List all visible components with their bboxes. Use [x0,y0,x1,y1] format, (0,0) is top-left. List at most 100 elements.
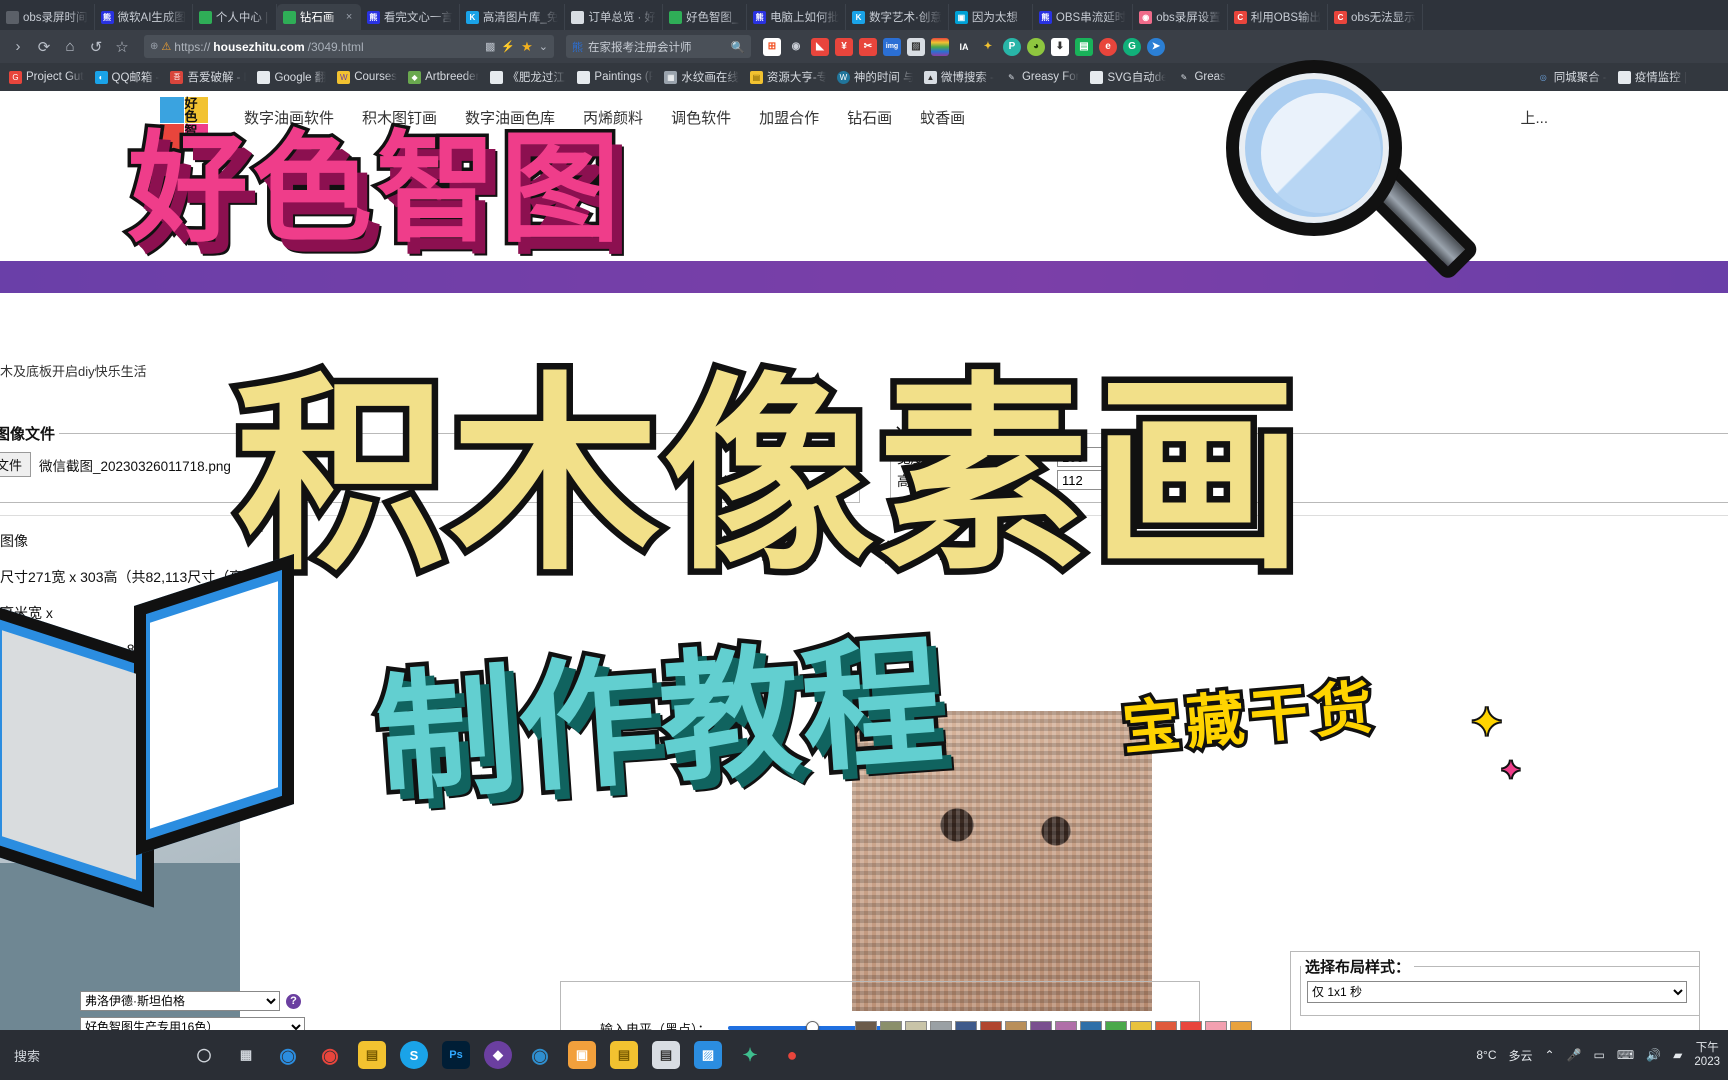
bookmark-item[interactable]: W Courses [332,69,402,86]
qr-code-icon[interactable]: ▩ [485,40,495,53]
browser-tab[interactable]: ▣ 因为太想 [949,4,1033,30]
nav-item-5[interactable]: 加盟合作 [759,107,819,128]
dither-select[interactable]: 弗洛伊德·斯坦伯格 [80,991,280,1011]
mic-icon[interactable]: 🎤 [1567,1048,1582,1062]
color-swatch[interactable] [1230,1021,1252,1030]
recorder-icon[interactable]: ● [778,1041,806,1069]
browser-tab[interactable]: 熊 看完文心一言 [361,4,460,30]
weather-temp[interactable]: 8°C [1476,1048,1496,1062]
e-icon[interactable]: e [1099,37,1117,56]
notepad-icon[interactable]: ▤ [652,1041,680,1069]
nav-item-6[interactable]: 钻石画 [847,107,892,128]
color-swatch[interactable] [1030,1021,1052,1030]
yen-icon[interactable]: ¥ [835,37,853,56]
login-link[interactable]: 上... [1520,107,1548,128]
browser-tab[interactable]: obs录屏时间 [0,4,95,30]
color-swatch[interactable] [1180,1021,1202,1030]
network-icon[interactable]: ▰ [1673,1048,1682,1062]
taskbar-clock[interactable]: 下午 2023 [1694,1041,1720,1070]
folder-icon[interactable]: ▤ [610,1041,638,1069]
browser-tab[interactable]: C 利用OBS输出 [1228,4,1329,30]
reload-icon[interactable]: ⟳ [32,35,56,59]
bag-icon[interactable]: ⬇ [1051,37,1069,56]
volume-icon[interactable]: 🔊 [1646,1048,1661,1062]
browser-tab-strip[interactable]: obs录屏时间 熊 微软AI生成图 个人中心 | 钻石画 × 熊 看完文心一言 … [0,0,1728,30]
bookmark-item[interactable]: ◐ QQ邮箱 - [90,67,165,87]
browser-360-icon[interactable]: ◉ [526,1041,554,1069]
weather-desc[interactable]: 多云 [1509,1047,1533,1064]
ia-icon[interactable]: IA [955,38,973,56]
address-bar[interactable]: ⊕ ⚠ https:// housezhitu.com /3049.html ▩… [144,35,554,58]
color-swatch[interactable] [1205,1021,1227,1030]
help-circle-icon[interactable]: ? [286,993,301,1009]
color-swatch[interactable] [1105,1021,1127,1030]
bookmark-item[interactable]: W 神的时间 与 [832,67,918,87]
file-input-row[interactable]: 选择文件 微信截图_20230326011718.png [0,452,859,477]
bookmark-item[interactable]: SVG自动descr [1085,67,1171,87]
bookmark-item[interactable]: G Project Gut [4,69,89,86]
edge-icon[interactable]: ◉ [274,1041,302,1069]
search-input[interactable]: 熊 在家报考注册会计师 🔍 [566,35,751,58]
color-swatch[interactable] [905,1021,927,1030]
color-swatch[interactable] [1155,1021,1177,1030]
color-swatch[interactable] [1005,1021,1027,1030]
paint-icon[interactable]: ▨ [694,1041,722,1069]
nav-item-1[interactable]: 积木图钉画 [362,107,437,128]
color-swatch[interactable] [1055,1021,1077,1030]
browser-tab[interactable]: K 数字艺术·创意 [846,4,949,30]
browser-tab[interactable]: ◉ obs录屏设置 [1133,4,1228,30]
frog-icon[interactable]: ◕ [1027,37,1045,56]
skype-icon[interactable]: S [400,1041,428,1069]
layout-select[interactable]: 仅 1x1 秒 [1307,981,1687,1003]
chart-tool-icon[interactable]: ▨ [907,37,925,56]
star-outline-icon[interactable]: ☆ [110,35,134,59]
color-swatch[interactable] [1080,1021,1102,1030]
chevron-down-icon[interactable]: ⌄ [539,40,548,53]
browser-tab[interactable]: K 高清图片库_免 [460,4,566,30]
rainbow-icon[interactable] [931,37,949,56]
color-swatch[interactable] [880,1021,902,1030]
close-icon[interactable]: × [346,11,355,23]
nav-item-4[interactable]: 调色软件 [671,107,731,128]
bookmark-item[interactable]: ◎ 同城聚合 - [1532,67,1612,87]
mosaic-result-canvas[interactable] [852,711,1152,1011]
chrome-icon[interactable]: ◉ [316,1041,344,1069]
obs-icon[interactable]: ▣ [568,1041,596,1069]
bookmark-item[interactable]: 吾吾爱破解 - L [165,67,251,87]
browser-tab[interactable]: 订单总览 · 好 [565,4,664,30]
undo-arrow-icon[interactable]: ↺ [84,35,108,59]
search-icon[interactable]: 🔍 [731,40,745,54]
chevron-up-icon[interactable]: ⌃ [1545,1048,1555,1062]
taskbar-search[interactable]: 搜索 [8,1046,178,1065]
bookmark-item[interactable]: ✎ Greasy For [1000,69,1085,86]
windows-store-icon[interactable]: ⊞ [763,37,781,56]
nav-item-3[interactable]: 丙烯颜料 [583,107,643,128]
color-swatch[interactable] [855,1021,877,1030]
browser-tab[interactable]: 熊 微软AI生成图 [95,4,193,30]
bookmark-item[interactable]: ◆ Artbreeder [403,69,484,86]
cat-icon[interactable]: ✦ [979,38,997,56]
browser-tab[interactable]: 个人中心 | [193,4,277,30]
note-icon[interactable]: ▤ [1075,37,1093,56]
designer-icon[interactable]: ◆ [484,1041,512,1069]
nav-item-2[interactable]: 数字油画色库 [465,107,555,128]
nav-item-7[interactable]: 蚊香画 [920,107,965,128]
lightning-icon[interactable]: ⚡ [501,40,515,53]
g-circle-icon[interactable]: G [1123,37,1141,56]
home-icon[interactable]: ⌂ [58,35,82,59]
chevron-right-icon[interactable]: › [6,35,30,59]
butterfly-icon[interactable]: ✦ [736,1041,764,1069]
browser-tab[interactable]: 熊 电脑上如何批 [747,4,847,30]
color-swatch[interactable] [1130,1021,1152,1030]
height-input[interactable] [1057,470,1112,490]
choose-file-button[interactable]: 选择文件 [0,452,32,477]
scissors-icon[interactable]: ✂ [859,37,877,56]
star-filled-icon[interactable]: ★ [521,39,533,55]
screen-icon[interactable]: ▭ [1594,1048,1605,1062]
browser-tab[interactable]: C obs无法显示 [1328,4,1423,30]
bookmark-item[interactable]: 《肥龙过江2 [485,67,571,87]
bookmark-item[interactable]: ✎ Greas [1172,69,1230,86]
explorer-icon[interactable]: ▤ [358,1041,386,1069]
bookmark-item[interactable]: ▦ 水纹画在线 [659,67,744,87]
color-swatch[interactable] [955,1021,977,1030]
